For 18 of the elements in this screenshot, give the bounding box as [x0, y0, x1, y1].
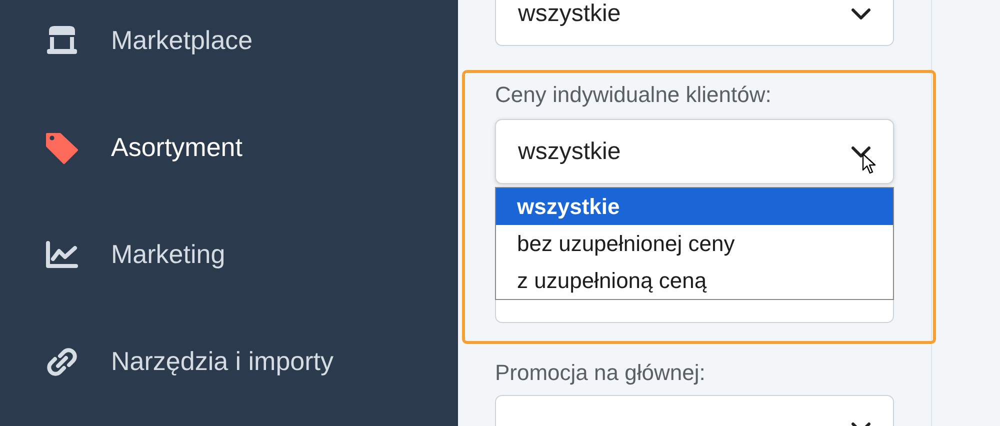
shop-icon: [46, 24, 78, 56]
chevron-down-icon: [851, 8, 871, 20]
link-icon: [46, 346, 78, 378]
tag-icon: [46, 132, 78, 164]
sidebar-item[interactable]: Marketplace: [0, 0, 458, 94]
chevron-down-icon: [851, 146, 871, 158]
dropdown-option[interactable]: wszystkie: [496, 188, 893, 225]
sidebar-item[interactable]: Narzędzia i importy: [0, 308, 458, 415]
chart-icon: [46, 240, 78, 268]
dropdown-option[interactable]: z uzupełnioną ceną: [496, 262, 893, 299]
select-field[interactable]: wszystkie: [495, 119, 894, 184]
field-label: Ceny indywidualne klientów:: [495, 81, 772, 109]
sidebar-item[interactable]: Marketing: [0, 201, 458, 308]
field-label: Promocja na głównej:: [495, 359, 706, 387]
cursor-icon: [862, 153, 876, 174]
sidebar-item[interactable]: Asortyment: [0, 94, 458, 201]
dropdown-option[interactable]: bez uzupełnionej ceny: [496, 225, 893, 262]
select-field[interactable]: wszystkie: [495, 0, 894, 46]
